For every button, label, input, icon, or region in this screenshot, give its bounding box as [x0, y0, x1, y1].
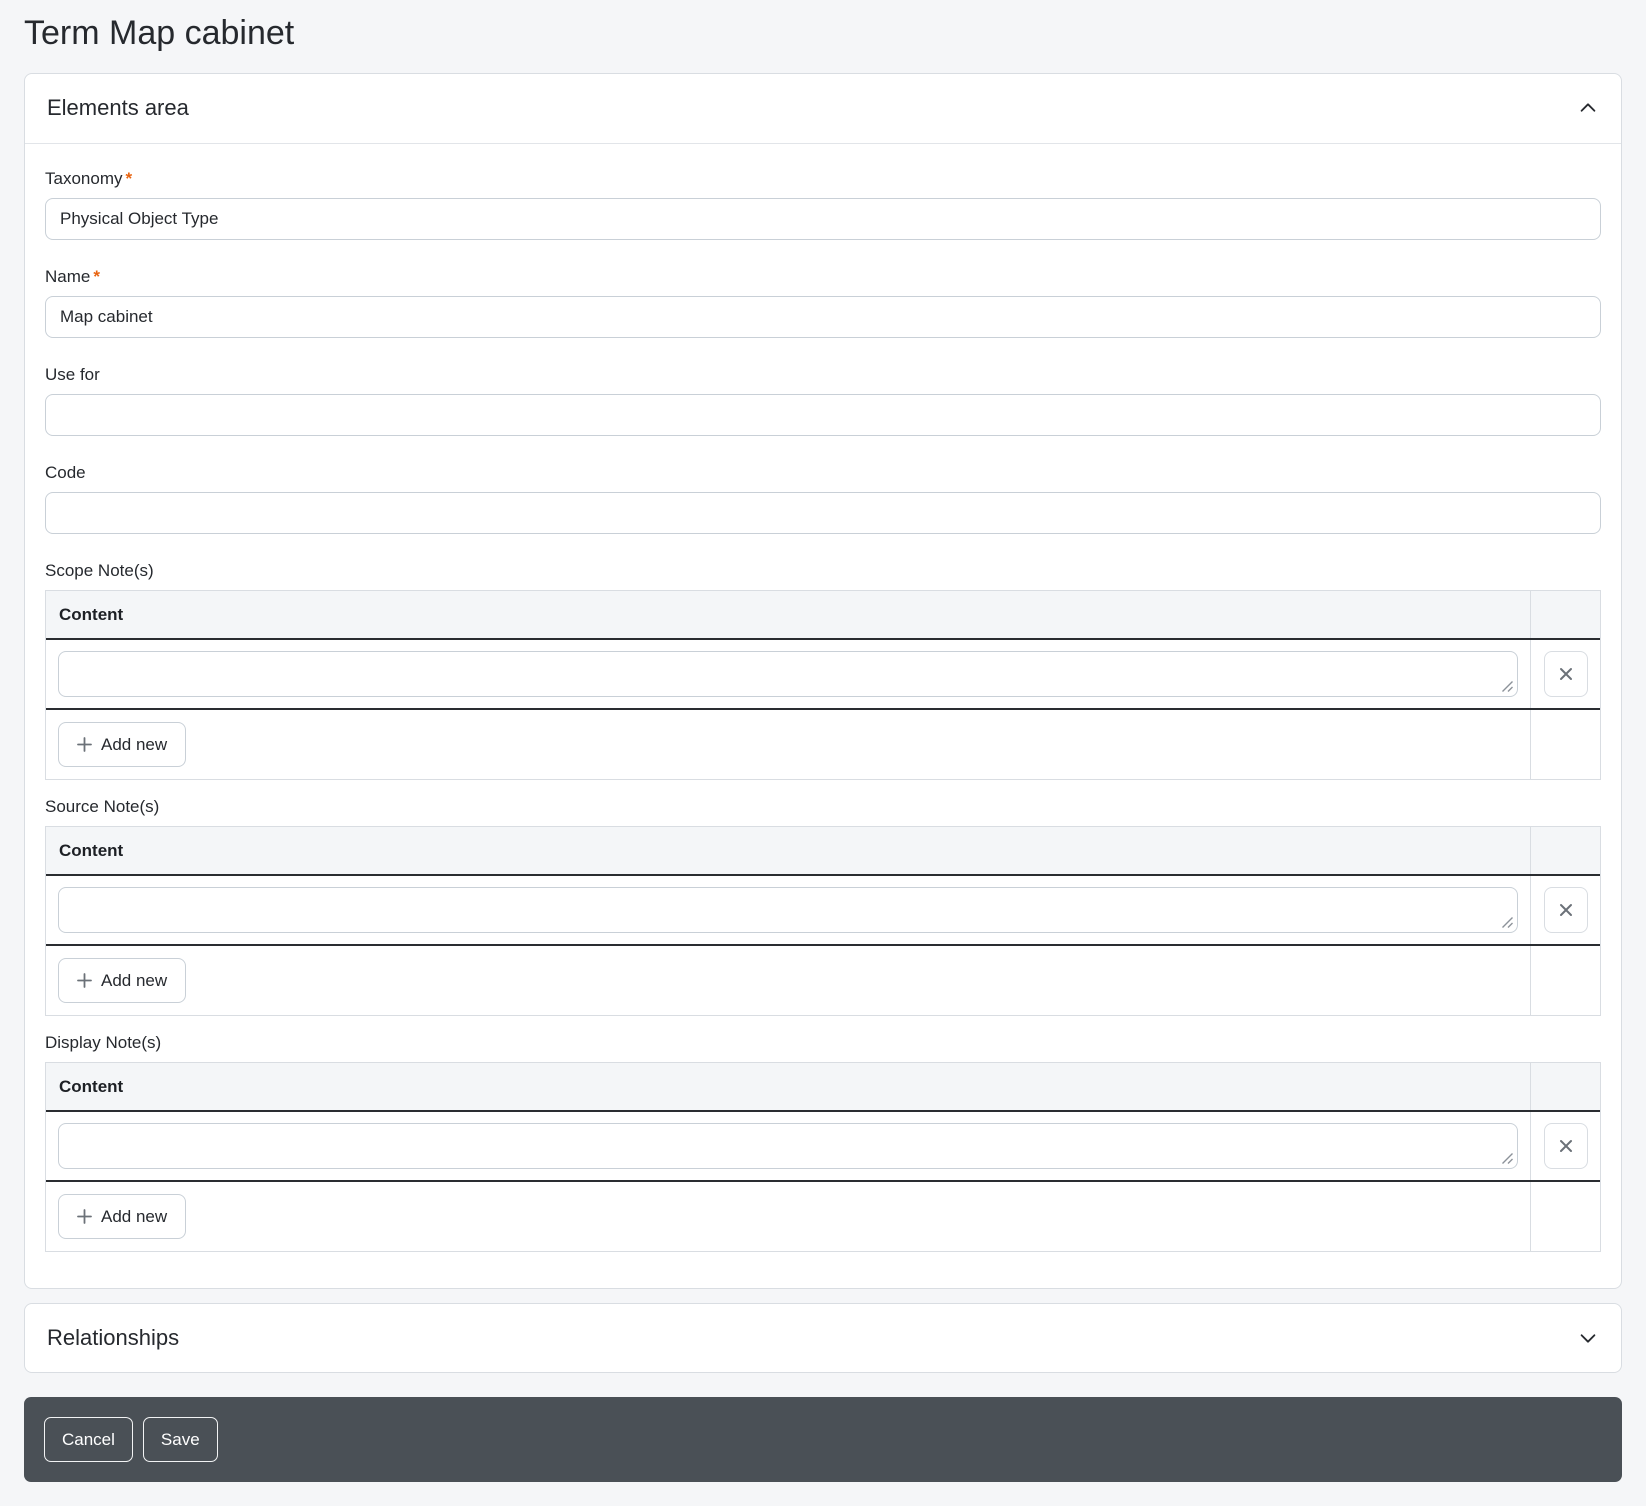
table-header-row: Content [46, 827, 1600, 874]
display-notes-group: Display Note(s) Content [45, 1032, 1601, 1252]
plus-icon [77, 1209, 92, 1224]
actions-column-header [1530, 591, 1600, 638]
use-for-label: Use for [45, 364, 1601, 386]
plus-icon [77, 973, 92, 988]
actions-column-header [1530, 1063, 1600, 1110]
add-new-label: Add new [101, 1205, 167, 1228]
page-title: Term Map cabinet [24, 12, 1622, 55]
chevron-down-icon[interactable] [1577, 1327, 1599, 1349]
elements-area-title: Elements area [47, 95, 189, 121]
taxonomy-field-group: Taxonomy* [45, 168, 1601, 240]
add-new-button[interactable]: Add new [58, 722, 186, 767]
content-column-header: Content [46, 591, 1530, 638]
scope-notes-table: Content [45, 590, 1601, 780]
required-marker: * [93, 267, 100, 286]
source-notes-label: Source Note(s) [45, 796, 1601, 818]
table-footer-row: Add new [46, 708, 1600, 779]
content-column-header: Content [46, 827, 1530, 874]
delete-row-button[interactable] [1544, 651, 1588, 697]
delete-row-button[interactable] [1544, 1123, 1588, 1169]
save-button[interactable]: Save [143, 1417, 218, 1462]
source-notes-table: Content [45, 826, 1601, 1016]
scope-notes-label: Scope Note(s) [45, 560, 1601, 582]
display-note-content-textarea[interactable] [58, 1123, 1518, 1169]
taxonomy-label-text: Taxonomy [45, 169, 122, 188]
actions-column-footer [1530, 1182, 1600, 1251]
table-footer-row: Add new [46, 944, 1600, 1015]
scope-notes-group: Scope Note(s) Content [45, 560, 1601, 780]
elements-area-card: Elements area Taxonomy* Name* Use for Co… [24, 73, 1622, 1289]
relationships-card: Relationships [24, 1303, 1622, 1373]
add-new-button[interactable]: Add new [58, 958, 186, 1003]
actions-column-header [1530, 827, 1600, 874]
cancel-button[interactable]: Cancel [44, 1417, 133, 1462]
content-column-header: Content [46, 1063, 1530, 1110]
display-notes-label: Display Note(s) [45, 1032, 1601, 1054]
table-row [46, 874, 1600, 944]
add-new-label: Add new [101, 969, 167, 992]
source-note-content-textarea[interactable] [58, 887, 1518, 933]
required-marker: * [125, 169, 132, 188]
table-header-row: Content [46, 1063, 1600, 1110]
code-field-group: Code [45, 462, 1601, 534]
delete-row-button[interactable] [1544, 887, 1588, 933]
code-input[interactable] [45, 492, 1601, 534]
taxonomy-input[interactable] [45, 198, 1601, 240]
close-icon [1558, 1138, 1574, 1154]
actions-column-footer [1530, 710, 1600, 779]
close-icon [1558, 902, 1574, 918]
relationships-header[interactable]: Relationships [25, 1304, 1621, 1372]
table-row [46, 638, 1600, 708]
taxonomy-label: Taxonomy* [45, 168, 1601, 190]
name-input[interactable] [45, 296, 1601, 338]
scope-note-content-textarea[interactable] [58, 651, 1518, 697]
display-notes-table: Content [45, 1062, 1601, 1252]
table-footer-row: Add new [46, 1180, 1600, 1251]
table-row [46, 1110, 1600, 1180]
close-icon [1558, 666, 1574, 682]
table-header-row: Content [46, 591, 1600, 638]
use-for-field-group: Use for [45, 364, 1601, 436]
elements-area-header[interactable]: Elements area [25, 74, 1621, 144]
name-field-group: Name* [45, 266, 1601, 338]
source-notes-group: Source Note(s) Content [45, 796, 1601, 1016]
actions-column-footer [1530, 946, 1600, 1015]
code-label: Code [45, 462, 1601, 484]
chevron-up-icon[interactable] [1577, 97, 1599, 119]
plus-icon [77, 737, 92, 752]
elements-area-body: Taxonomy* Name* Use for Code Scope Note(… [25, 144, 1621, 1288]
name-label-text: Name [45, 267, 90, 286]
relationships-title: Relationships [47, 1325, 179, 1351]
add-new-label: Add new [101, 733, 167, 756]
action-bar: Cancel Save [24, 1397, 1622, 1482]
name-label: Name* [45, 266, 1601, 288]
add-new-button[interactable]: Add new [58, 1194, 186, 1239]
use-for-input[interactable] [45, 394, 1601, 436]
